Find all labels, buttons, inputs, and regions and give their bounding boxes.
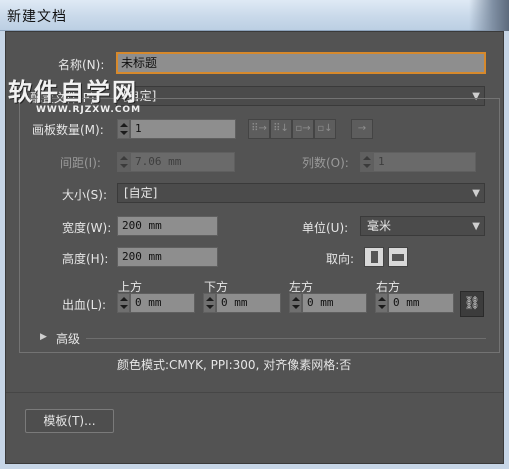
portrait-orientation-icon[interactable] bbox=[364, 247, 384, 267]
name-label: 名称(N): bbox=[58, 58, 105, 72]
grid-by-row-icon[interactable]: ⠿→ bbox=[248, 119, 270, 139]
advanced-toggle-icon[interactable]: ▶ bbox=[40, 332, 47, 342]
chevron-down-icon: ▼ bbox=[472, 188, 480, 199]
bleed-bottom-input[interactable]: 0 mm bbox=[216, 293, 281, 313]
grid-by-column-icon[interactable]: ⠿↓ bbox=[270, 119, 292, 139]
layout-direction-icon[interactable]: → bbox=[351, 119, 373, 139]
window-titlebar: 新建文档 bbox=[0, 0, 509, 31]
document-info-text: 颜色模式:CMYK, PPI:300, 对齐像素网格:否 bbox=[117, 358, 352, 372]
arrange-by-column-icon[interactable]: ▫↓ bbox=[314, 119, 336, 139]
watermark-title: 软件自学网 bbox=[8, 78, 138, 106]
orientation-label: 取向: bbox=[326, 252, 355, 266]
spacing-stepper[interactable] bbox=[117, 152, 130, 172]
spacing-input[interactable]: 7.06 mm bbox=[130, 152, 235, 172]
site-watermark: 软件自学网 WWW.RJZXW.COM bbox=[8, 72, 141, 115]
width-input[interactable]: 200 mm bbox=[117, 216, 218, 236]
height-label: 高度(H): bbox=[62, 252, 109, 266]
bleed-top-stepper[interactable] bbox=[117, 293, 130, 313]
artboard-count-input[interactable]: 1 bbox=[130, 119, 236, 139]
bleed-bottom-stepper[interactable] bbox=[203, 293, 216, 313]
size-label: 大小(S): bbox=[62, 188, 108, 202]
bleed-left-stepper[interactable] bbox=[289, 293, 302, 313]
columns-label: 列数(O): bbox=[302, 156, 349, 170]
chevron-down-icon: ▼ bbox=[472, 221, 480, 232]
name-input[interactable]: 未标题 bbox=[116, 52, 486, 74]
units-label: 单位(U): bbox=[302, 221, 349, 235]
height-input[interactable]: 200 mm bbox=[117, 247, 218, 267]
units-value: 毫米 bbox=[367, 219, 392, 233]
bleed-label: 出血(L): bbox=[62, 298, 107, 312]
size-value: [自定] bbox=[124, 186, 158, 200]
templates-button[interactable]: 模板(T)... bbox=[25, 409, 114, 433]
columns-input[interactable]: 1 bbox=[373, 152, 476, 172]
chain-link-icon[interactable]: ⛓ bbox=[460, 291, 484, 317]
columns-stepper[interactable] bbox=[360, 152, 373, 172]
arrange-by-row-icon[interactable]: ▫→ bbox=[292, 119, 314, 139]
advanced-divider bbox=[86, 338, 486, 339]
advanced-label[interactable]: 高级 bbox=[56, 330, 80, 347]
units-dropdown[interactable]: 毫米 ▼ bbox=[360, 216, 485, 236]
bleed-right-input[interactable]: 0 mm bbox=[388, 293, 454, 313]
bleed-right-stepper[interactable] bbox=[375, 293, 388, 313]
landscape-orientation-icon[interactable] bbox=[388, 247, 408, 267]
bleed-left-input[interactable]: 0 mm bbox=[302, 293, 367, 313]
spacing-label: 间距(I): bbox=[60, 156, 101, 170]
window-title: 新建文档 bbox=[7, 9, 67, 25]
artboard-count-label: 画板数量(M): bbox=[32, 123, 104, 137]
titlebar-blur-region bbox=[469, 0, 509, 31]
size-dropdown[interactable]: [自定] ▼ bbox=[117, 183, 485, 203]
footer-divider bbox=[6, 392, 503, 393]
artboard-count-stepper[interactable] bbox=[117, 119, 130, 139]
width-label: 宽度(W): bbox=[62, 221, 112, 235]
bleed-top-input[interactable]: 0 mm bbox=[130, 293, 195, 313]
